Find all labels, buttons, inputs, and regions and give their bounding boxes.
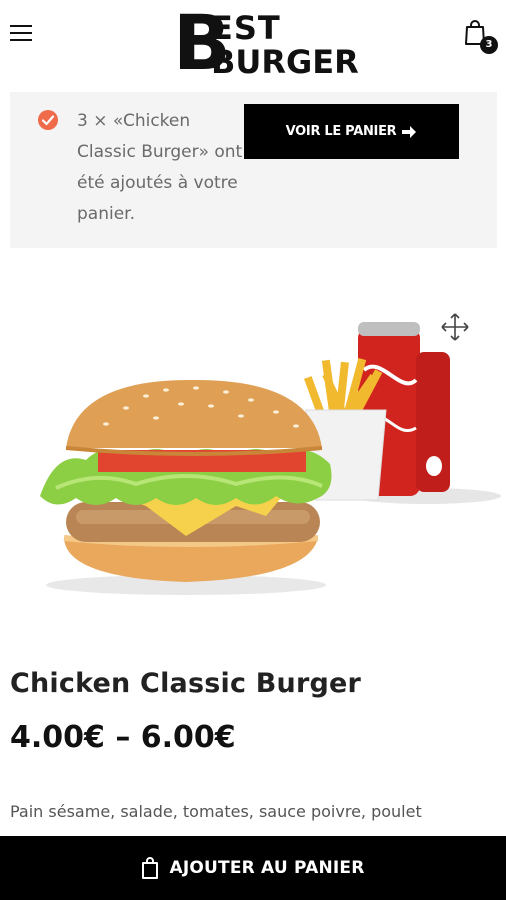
logo-line-1: EST (211, 9, 281, 47)
add-to-cart-button[interactable]: AJOUTER AU PANIER (0, 836, 506, 900)
added-to-cart-notice: 3 × «Chicken Classic Burger» ont été ajo… (10, 92, 497, 248)
cart-count-badge: 3 (480, 36, 498, 54)
view-cart-button[interactable]: VOIR LE PANIER (244, 104, 459, 159)
menu-icon[interactable] (10, 25, 34, 45)
product-image[interactable] (36, 300, 506, 600)
move-icon[interactable] (440, 312, 470, 342)
site-logo[interactable]: B EST BURGER (173, 5, 359, 81)
add-to-cart-label: AJOUTER AU PANIER (169, 858, 365, 878)
product-description: Pain sésame, salade, tomates, sauce poiv… (10, 802, 422, 821)
check-icon (38, 110, 58, 130)
notice-message: 3 × «Chicken Classic Burger» ont été ajo… (77, 111, 243, 224)
shopping-bag-icon (142, 857, 159, 879)
product-price: 4.00€ – 6.00€ (10, 720, 236, 755)
site-header: B EST BURGER 3 (0, 0, 506, 88)
logo-line-2: BURGER (211, 43, 359, 81)
product-title: Chicken Classic Burger (10, 668, 362, 699)
view-cart-label: VOIR LE PANIER (285, 124, 397, 139)
burger-menu-illustration (40, 322, 501, 595)
cart-button[interactable]: 3 (464, 20, 500, 56)
arrow-right-icon (402, 125, 417, 138)
